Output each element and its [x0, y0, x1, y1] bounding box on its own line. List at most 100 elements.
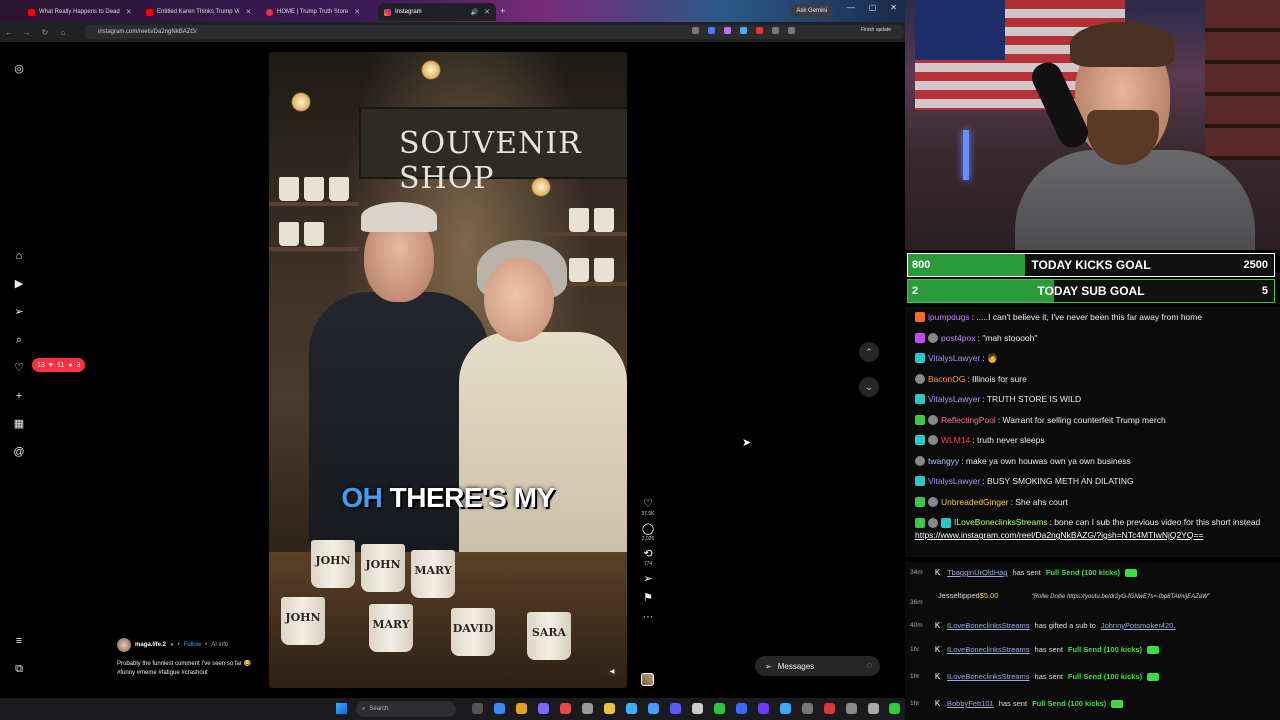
reels-nav-icon[interactable]: ▶: [12, 277, 26, 291]
chat-username[interactable]: ReflectingPool: [941, 410, 996, 431]
browser-tab[interactable]: What Really Happens to Dead ✕: [22, 3, 140, 21]
extension-icon[interactable]: [692, 27, 699, 34]
app-icon[interactable]: [802, 703, 813, 714]
app-icon[interactable]: [692, 703, 703, 714]
home-icon[interactable]: ⌂: [54, 28, 72, 37]
task-view-icon[interactable]: [472, 703, 483, 714]
mute-icon[interactable]: ◀: [607, 667, 617, 677]
forward-icon[interactable]: →: [18, 28, 36, 37]
more-button[interactable]: ···: [636, 610, 660, 624]
event-user[interactable]: ILoveBoneclinksStreams: [947, 621, 1030, 630]
event-target[interactable]: JohnnyPotsmoker420.: [1101, 621, 1176, 630]
chat-username[interactable]: WLM14: [941, 430, 970, 451]
chat-username[interactable]: VitalysLawyer: [928, 471, 980, 492]
chat-username[interactable]: ipumpdugs: [928, 307, 970, 328]
badge-icon: [928, 496, 938, 507]
minimize-icon[interactable]: —: [847, 3, 855, 12]
app-icon[interactable]: [648, 703, 659, 714]
instagram-logo-icon[interactable]: ◎: [12, 62, 26, 76]
extension-icon[interactable]: [772, 27, 779, 34]
extension-icon[interactable]: [708, 27, 715, 34]
app-icon[interactable]: [824, 703, 835, 714]
direct-nav-icon[interactable]: ➢: [12, 305, 26, 319]
mug: JOHN: [311, 540, 355, 588]
chat-username[interactable]: VitalysLawyer: [928, 389, 980, 410]
new-tab-icon[interactable]: +: [500, 6, 505, 16]
chat-username[interactable]: UnbreadedGinger: [941, 492, 1009, 513]
app-icon[interactable]: [868, 703, 879, 714]
save-button[interactable]: ⚑: [636, 591, 660, 605]
dashboard-nav-icon[interactable]: ▦: [12, 417, 26, 431]
repost-button[interactable]: ⟲ 774: [636, 547, 660, 567]
chat-username[interactable]: VitalysLawyer: [928, 348, 980, 369]
premiere-icon[interactable]: [758, 703, 769, 714]
reload-icon[interactable]: ↻: [36, 28, 54, 37]
extension-icon[interactable]: [756, 27, 763, 34]
audio-thumbnail[interactable]: [641, 673, 654, 686]
extension-icon[interactable]: [724, 27, 731, 34]
tip-link[interactable]: https://youtu.be/dr2yG-fGNwE?s=-tbp8TAtm…: [1067, 594, 1210, 600]
browser-tab-active[interactable]: Instagram 🔊 ✕: [378, 3, 496, 21]
obs-icon[interactable]: [560, 703, 571, 714]
close-icon[interactable]: ✕: [246, 8, 252, 16]
event-user[interactable]: Jesseltipped: [938, 591, 980, 600]
chat-link[interactable]: https://www.instagram.com/reel/Da2ngNkBA…: [915, 530, 1203, 540]
spotify-icon[interactable]: [714, 703, 725, 714]
like-button[interactable]: ♡ 37.5K: [636, 497, 660, 517]
app-icon[interactable]: [736, 703, 747, 714]
finish-update-button[interactable]: Finish update: [861, 27, 891, 33]
app-icon[interactable]: [670, 703, 681, 714]
address-bar-row: ← → ↻ ⌂ instagram.com/reels/Da2ngNkBAZG/…: [0, 22, 905, 42]
ask-gemini-button[interactable]: Ask Gemini: [790, 4, 833, 18]
app-icon[interactable]: [582, 703, 593, 714]
menu-nav-icon[interactable]: ≡: [12, 634, 26, 648]
browser-tab[interactable]: HOME | Trump Truth Store ✕: [260, 3, 378, 21]
create-nav-icon[interactable]: +: [12, 389, 26, 403]
reel-username[interactable]: maga.life.2: [135, 642, 166, 648]
extension-icon[interactable]: [740, 27, 747, 34]
event-user[interactable]: ILoveBoneclinksStreams: [947, 645, 1030, 654]
reel-video[interactable]: SOUVENIR SHOP JOHN JOHN MARY JOHN MARY D…: [269, 52, 627, 688]
close-window-icon[interactable]: ✕: [890, 3, 897, 12]
follow-button[interactable]: Follow: [184, 642, 201, 648]
chat-username[interactable]: ILoveBoneclinksStreams: [954, 517, 1048, 527]
maximize-icon[interactable]: ▢: [869, 3, 877, 12]
windows-start-icon[interactable]: [336, 703, 347, 714]
share-button[interactable]: ➢: [636, 572, 660, 586]
browser-tab[interactable]: Entitled Karen Thinks Trump Vi ✕: [140, 3, 260, 21]
comment-button[interactable]: ◯ 2,026: [636, 522, 660, 542]
also-from-meta-icon[interactable]: ⧉: [12, 662, 26, 676]
next-reel-button[interactable]: ⌄: [859, 377, 879, 397]
chat-username[interactable]: BaconOG: [928, 369, 965, 390]
threads-nav-icon[interactable]: @: [12, 445, 26, 459]
back-icon[interactable]: ←: [0, 28, 18, 37]
extension-icon[interactable]: [788, 27, 795, 34]
event-user[interactable]: BobbyFett101: [947, 699, 994, 708]
ai-info-label[interactable]: AI info: [211, 642, 228, 648]
search-nav-icon[interactable]: ⌕: [12, 333, 26, 347]
kick-icon[interactable]: [889, 703, 900, 714]
app-icon[interactable]: [780, 703, 791, 714]
app-icon[interactable]: [626, 703, 637, 714]
chrome-icon[interactable]: [516, 703, 527, 714]
taskbar-search[interactable]: ⌕ Search: [356, 701, 456, 717]
chat-text: : Warrant for selling counterfeit Trump …: [997, 414, 1166, 425]
folder-icon[interactable]: [604, 703, 615, 714]
edge-icon[interactable]: [494, 703, 505, 714]
messages-button[interactable]: ➢ Messages ◌: [755, 656, 880, 676]
previous-reel-button[interactable]: ⌃: [859, 342, 879, 362]
avatar[interactable]: [117, 638, 131, 652]
app-icon[interactable]: [538, 703, 549, 714]
event-user[interactable]: TbagginUrOldHag: [947, 568, 1007, 577]
event-user[interactable]: ILoveBoneclinksStreams: [947, 672, 1030, 681]
app-icon[interactable]: [846, 703, 857, 714]
close-icon[interactable]: ✕: [126, 8, 132, 16]
chat-username[interactable]: post4pox: [941, 328, 976, 349]
chat-username[interactable]: twangyy: [928, 451, 959, 472]
notification-badge[interactable]: 13 ♥ 11 ● 3: [32, 358, 86, 372]
close-icon[interactable]: ✕: [354, 8, 360, 16]
notifications-nav-icon[interactable]: ♡: [12, 361, 26, 375]
close-icon[interactable]: ✕: [484, 8, 490, 16]
home-nav-icon[interactable]: ⌂: [12, 249, 26, 263]
speaker-icon[interactable]: 🔊: [471, 9, 478, 16]
